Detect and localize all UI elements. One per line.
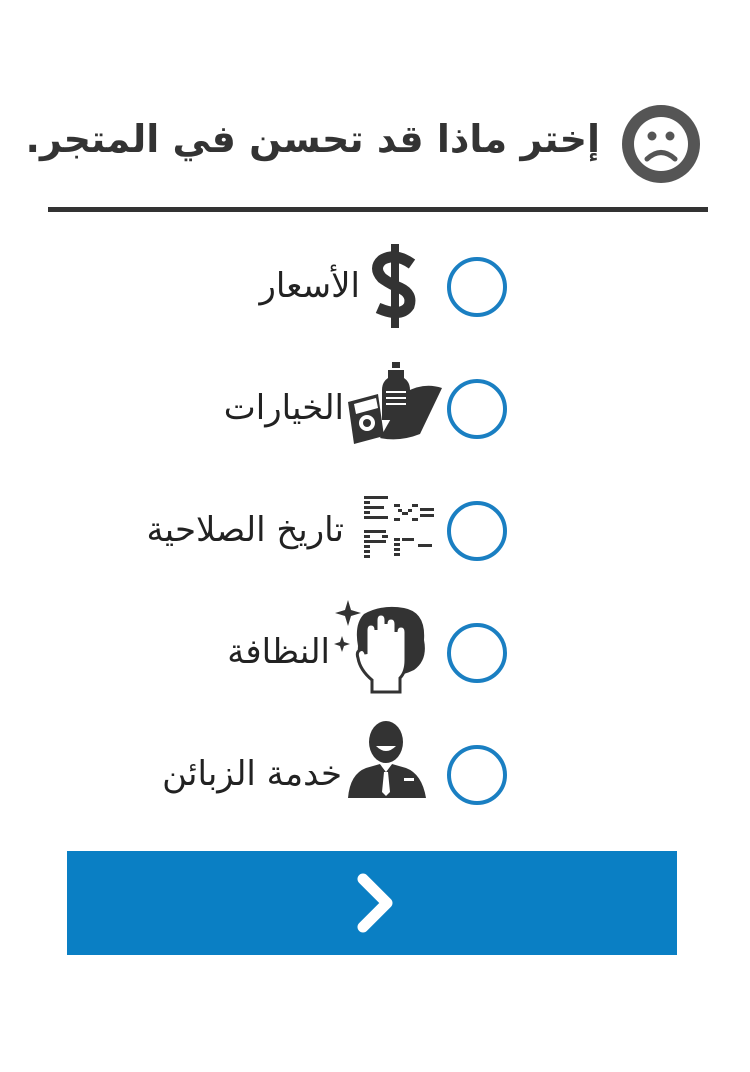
chevron-right-icon — [357, 873, 393, 933]
page-header: إختر ماذا قد تحسن في المتجر. — [26, 95, 708, 212]
radio-prices[interactable] — [447, 257, 507, 317]
radio-choices[interactable] — [447, 379, 507, 439]
option-label-expiry-date: تاريخ الصلاحية — [146, 510, 344, 550]
option-customer-service[interactable]: خدمة الزبائن — [0, 721, 750, 820]
option-expiry-date[interactable]: تاريخ الصلاحية — [0, 496, 750, 576]
option-label-cleanliness: النظافة — [227, 632, 330, 672]
option-label-customer-service: خدمة الزبائن — [162, 754, 342, 794]
radio-customer-service[interactable] — [447, 745, 507, 805]
cleaning-hand-icon — [334, 600, 425, 694]
option-cleanliness[interactable]: النظافة — [0, 600, 750, 698]
option-prices[interactable]: الأسعار — [0, 244, 750, 332]
sad-face-icon — [622, 105, 700, 183]
option-label-choices: الخيارات — [223, 388, 344, 428]
next-button[interactable] — [67, 851, 677, 955]
expiry-date-icon — [364, 496, 434, 558]
customer-service-icon — [348, 721, 426, 798]
option-choices[interactable]: الخيارات — [0, 362, 750, 454]
option-label-prices: الأسعار — [259, 266, 360, 306]
page-title: إختر ماذا قد تحسن في المتجر. — [25, 117, 600, 161]
radio-expiry-date[interactable] — [447, 501, 507, 561]
radio-cleanliness[interactable] — [447, 623, 507, 683]
groceries-icon — [348, 362, 442, 444]
dollar-icon — [372, 244, 416, 328]
